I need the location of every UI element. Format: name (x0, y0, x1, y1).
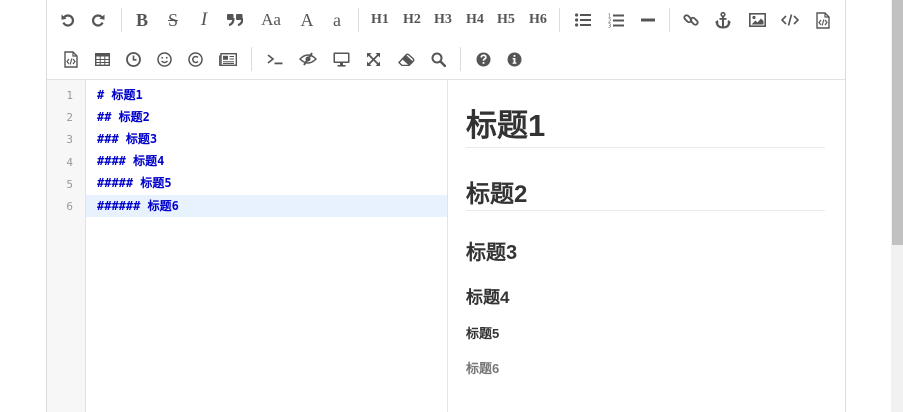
editor-toolbar: B S I Aa A a H1 H2 H3 H4 H5 H6 123 (47, 0, 845, 80)
toolbar-divider (460, 47, 461, 71)
eye-slash-icon (299, 52, 317, 66)
toolbar-divider (121, 8, 122, 32)
heading-divider (466, 147, 825, 148)
list-ol-icon: 123 (608, 13, 624, 28)
eraser-icon (397, 53, 414, 66)
undo-button[interactable] (53, 5, 83, 35)
h1-button[interactable]: H1 (365, 5, 395, 35)
code-block-button[interactable] (808, 5, 838, 35)
anchor-icon (715, 11, 731, 29)
smile-icon (156, 51, 172, 67)
copyright-icon (187, 51, 203, 67)
markdown-preview-pane: 标题1 标题2 标题3 标题4 标题5 标题6 (448, 80, 845, 412)
fullscreen-button[interactable] (358, 44, 388, 74)
link-button[interactable] (676, 5, 706, 35)
file-code-icon (64, 50, 78, 68)
link-icon (683, 14, 699, 26)
table-button[interactable] (87, 44, 117, 74)
code-line-active[interactable]: ###### 标题6 (86, 195, 447, 217)
toolbar-divider (358, 8, 359, 32)
fullscreen-preview-button[interactable] (326, 44, 356, 74)
strikethrough-button[interactable]: S (158, 5, 188, 35)
clear-button[interactable] (391, 44, 421, 74)
clock-icon (125, 51, 141, 67)
info-button[interactable] (499, 44, 529, 74)
terminal-icon (267, 54, 283, 65)
line-number: 1 (66, 89, 73, 102)
preview-heading-4: 标题4 (466, 288, 510, 307)
toolbar-divider (559, 8, 560, 32)
preview-heading-6: 标题6 (466, 361, 500, 376)
search-button[interactable] (423, 44, 453, 74)
line-number: 4 (66, 156, 73, 169)
anchor-button[interactable] (708, 5, 738, 35)
toolbar-divider (669, 8, 670, 32)
list-ul-icon (575, 13, 591, 27)
bold-button[interactable]: B (127, 5, 157, 35)
question-circle-icon (476, 52, 490, 66)
horizontal-rule-button[interactable] (633, 5, 663, 35)
code-line[interactable]: ### 标题3 (86, 128, 447, 150)
scrollbar-thumb[interactable] (892, 0, 903, 245)
ordered-list-button[interactable]: 123 (601, 5, 631, 35)
search-icon (431, 52, 446, 67)
info-circle-icon (507, 52, 521, 66)
preformatted-text-button[interactable] (56, 44, 86, 74)
redo-button[interactable] (83, 5, 113, 35)
line-number: 2 (66, 111, 73, 124)
markdown-editor: B S I Aa A a H1 H2 H3 H4 H5 H6 123 1 2 3… (46, 0, 846, 412)
italic-button[interactable]: I (189, 5, 219, 35)
undo-icon (61, 14, 74, 27)
toolbar-divider (251, 47, 252, 71)
h5-button[interactable]: H5 (491, 5, 521, 35)
uppercase-button[interactable]: Aa (256, 5, 286, 35)
goto-line-button[interactable] (260, 44, 290, 74)
quote-button[interactable] (220, 5, 250, 35)
image-icon (748, 13, 766, 27)
code-line[interactable]: #### 标题4 (86, 150, 447, 172)
markdown-code-pane[interactable]: 1 2 3 4 5 6 # 标题1 ## 标题2 ### 标题3 #### 标题… (47, 80, 448, 412)
minus-icon (641, 18, 655, 22)
image-button[interactable] (742, 5, 772, 35)
page-scrollbar[interactable] (891, 0, 903, 412)
lowercase-button[interactable]: a (322, 5, 352, 35)
preview-heading-1: 标题1 (466, 108, 546, 143)
html-entities-button[interactable] (180, 44, 210, 74)
pagebreak-button[interactable] (213, 44, 243, 74)
h6-button[interactable]: H6 (523, 5, 553, 35)
emoji-button[interactable] (149, 44, 179, 74)
preview-heading-5: 标题5 (466, 326, 500, 341)
unordered-list-button[interactable] (568, 5, 598, 35)
preview-heading-3: 标题3 (466, 242, 518, 264)
code-line[interactable]: # 标题1 (86, 84, 447, 106)
heading-divider (466, 210, 825, 211)
datetime-button[interactable] (118, 44, 148, 74)
toggle-preview-button[interactable] (293, 44, 323, 74)
svg-text:3: 3 (608, 23, 611, 28)
h4-button[interactable]: H4 (460, 5, 490, 35)
inline-code-button[interactable] (775, 5, 805, 35)
desktop-icon (333, 52, 349, 67)
line-number-gutter: 1 2 3 4 5 6 (47, 80, 86, 412)
line-number: 5 (66, 178, 73, 191)
h2-button[interactable]: H2 (397, 5, 427, 35)
file-code-icon (816, 11, 830, 29)
uppercase-all-button[interactable]: A (292, 5, 322, 35)
code-line[interactable]: ##### 标题5 (86, 172, 447, 194)
h3-button[interactable]: H3 (428, 5, 458, 35)
newspaper-icon (219, 52, 237, 66)
quote-icon (227, 14, 243, 27)
expand-icon (366, 52, 380, 66)
help-button[interactable] (468, 44, 498, 74)
line-number: 3 (66, 133, 73, 146)
preview-heading-2: 标题2 (466, 181, 528, 208)
code-line[interactable]: ## 标题2 (86, 106, 447, 128)
table-icon (94, 52, 110, 66)
line-number: 6 (66, 200, 73, 213)
code-icon (781, 14, 799, 26)
redo-icon (92, 14, 105, 27)
